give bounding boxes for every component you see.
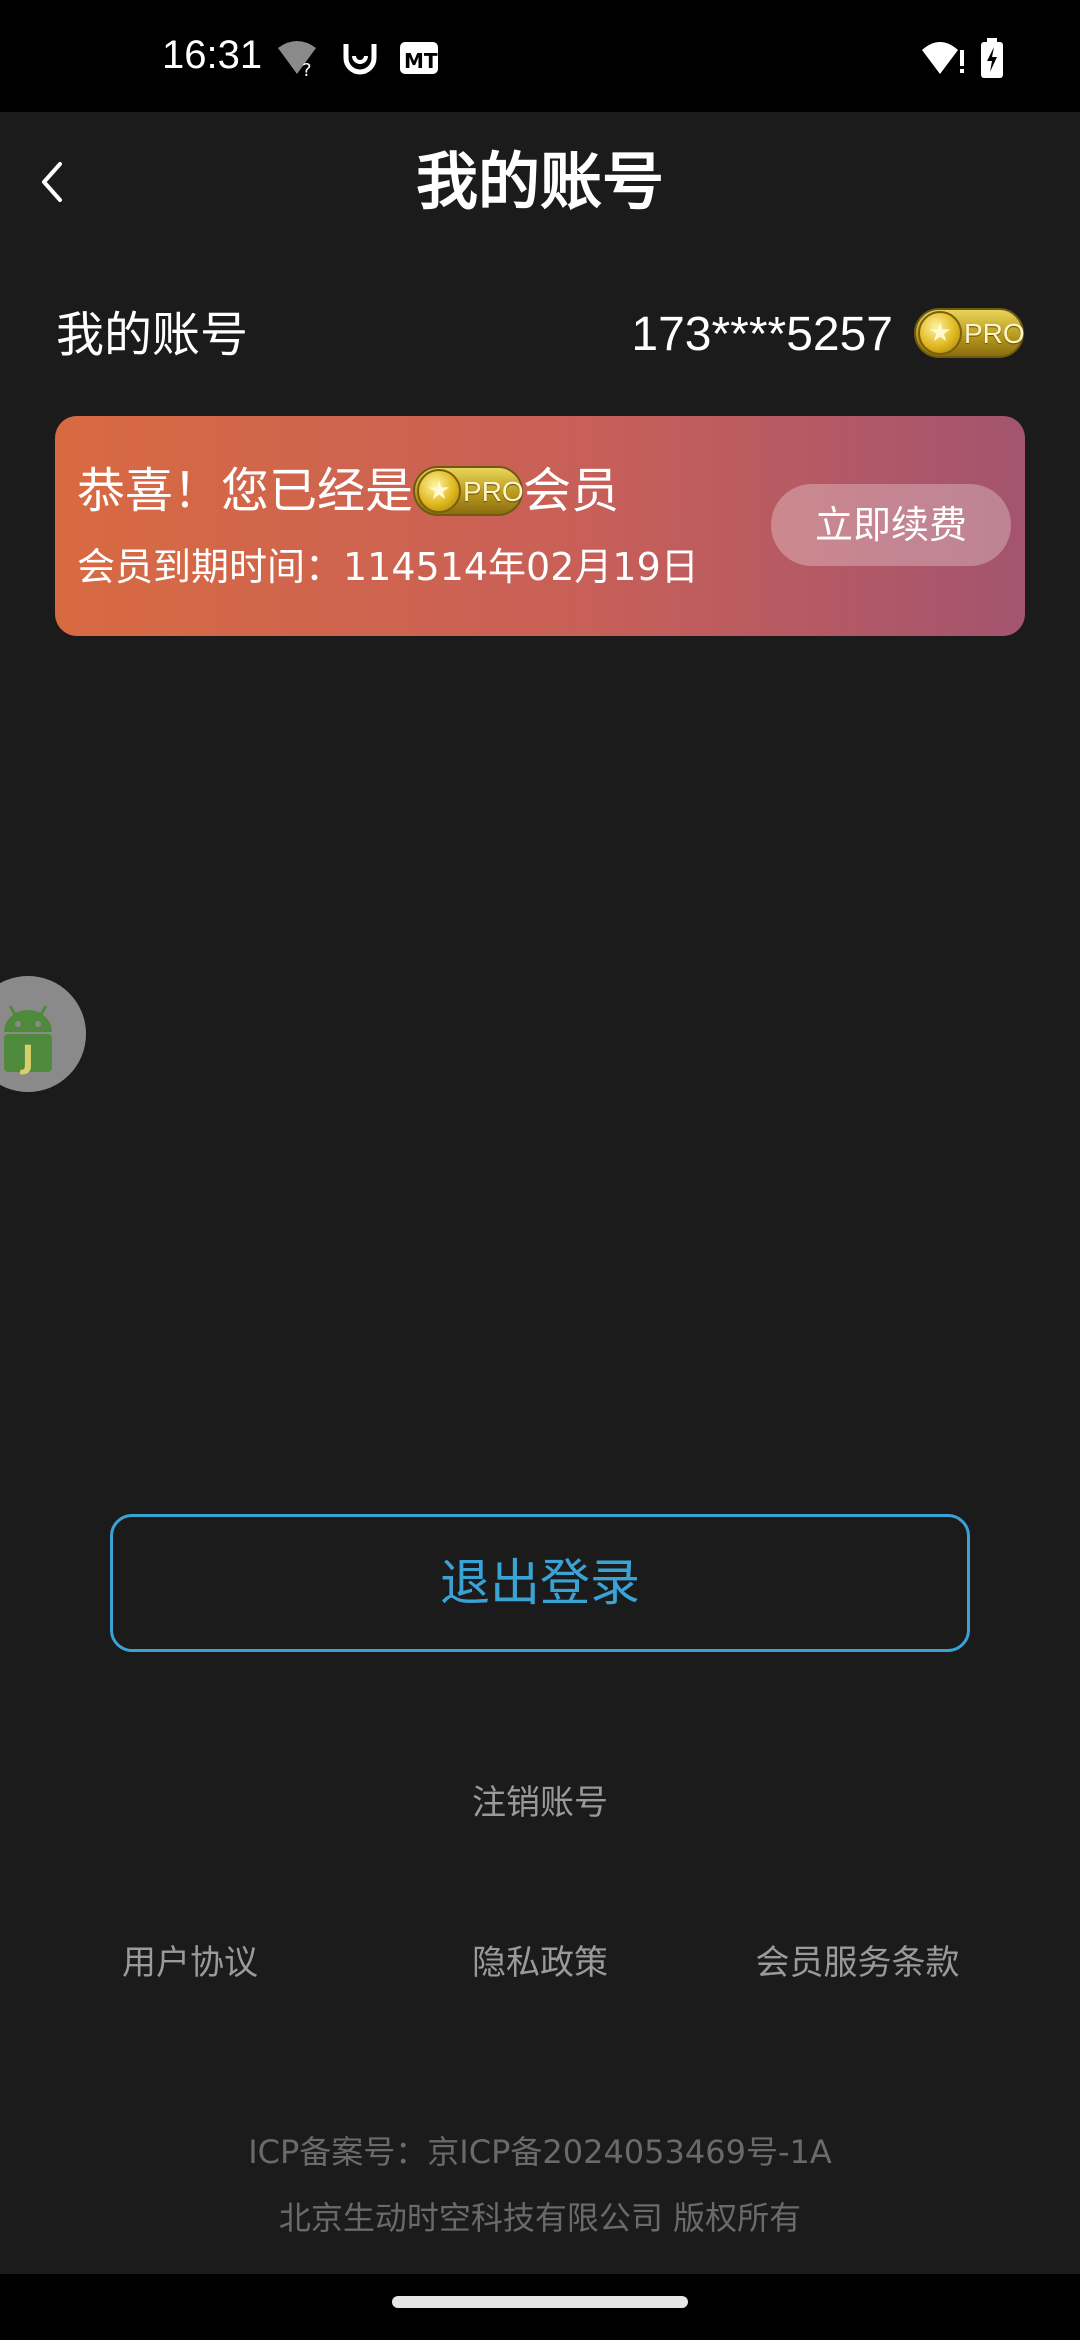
icp-record: ICP备案号：京ICP备2024053469号-1A <box>248 2133 832 2171</box>
svg-text:MT: MT <box>404 49 438 73</box>
header: 我的账号 <box>0 112 1080 252</box>
account-page: 16:31 ? MT 我的账号 我的账号 173****5257 ★ PRO 恭… <box>0 0 1080 2340</box>
star-icon: ★ <box>918 311 962 355</box>
status-time: 16:31 <box>162 33 263 77</box>
svg-text:?: ? <box>302 60 312 78</box>
android-debug-icon: J <box>0 976 86 1092</box>
battery-charging-icon <box>981 38 1003 78</box>
floating-debug-button[interactable]: J <box>0 976 86 1092</box>
page-title: 我的账号 <box>415 145 664 218</box>
wifi-question-icon: ? <box>278 41 316 78</box>
pro-badge-inline-text: PRO <box>463 476 524 507</box>
navigation-bar <box>0 2274 1080 2340</box>
mt-icon: MT <box>400 42 438 74</box>
logout-button[interactable]: 退出登录 <box>110 1514 970 1652</box>
congrats-prefix: 恭喜！您已经是 <box>77 463 414 519</box>
cancel-account-link[interactable]: 注销账号 <box>0 1778 1080 1828</box>
copyright: 北京生动时空科技有限公司 版权所有 <box>278 2199 802 2237</box>
status-bar: 16:31 ? MT <box>0 0 1080 112</box>
pro-badge-inline: ★ PRO <box>413 466 524 516</box>
member-terms-link[interactable]: 会员服务条款 <box>740 1938 975 1988</box>
privacy-policy-link[interactable]: 隐私政策 <box>440 1938 640 1988</box>
home-indicator[interactable] <box>392 2296 688 2308</box>
pro-badge-text: PRO <box>964 318 1025 349</box>
app-notification-icon <box>343 44 377 75</box>
membership-card: 恭喜！您已经是 ★ PRO 会员 会员到期时间：114514年02月19日 立即续费 <box>55 416 1025 636</box>
wifi-icon <box>922 42 964 74</box>
renew-button[interactable]: 立即续费 <box>771 484 1011 566</box>
account-number: 173****5257 <box>631 308 893 361</box>
membership-expiry: 会员到期时间：114514年02月19日 <box>77 545 699 589</box>
star-icon: ★ <box>417 469 462 513</box>
membership-congrats: 恭喜！您已经是 ★ PRO 会员 <box>77 458 619 521</box>
account-label: 我的账号 <box>56 307 249 363</box>
user-agreement-link[interactable]: 用户协议 <box>90 1938 290 1988</box>
debug-letter: J <box>20 1038 34 1076</box>
congrats-suffix: 会员 <box>523 463 620 519</box>
pro-badge: ★ PRO <box>914 308 1025 358</box>
